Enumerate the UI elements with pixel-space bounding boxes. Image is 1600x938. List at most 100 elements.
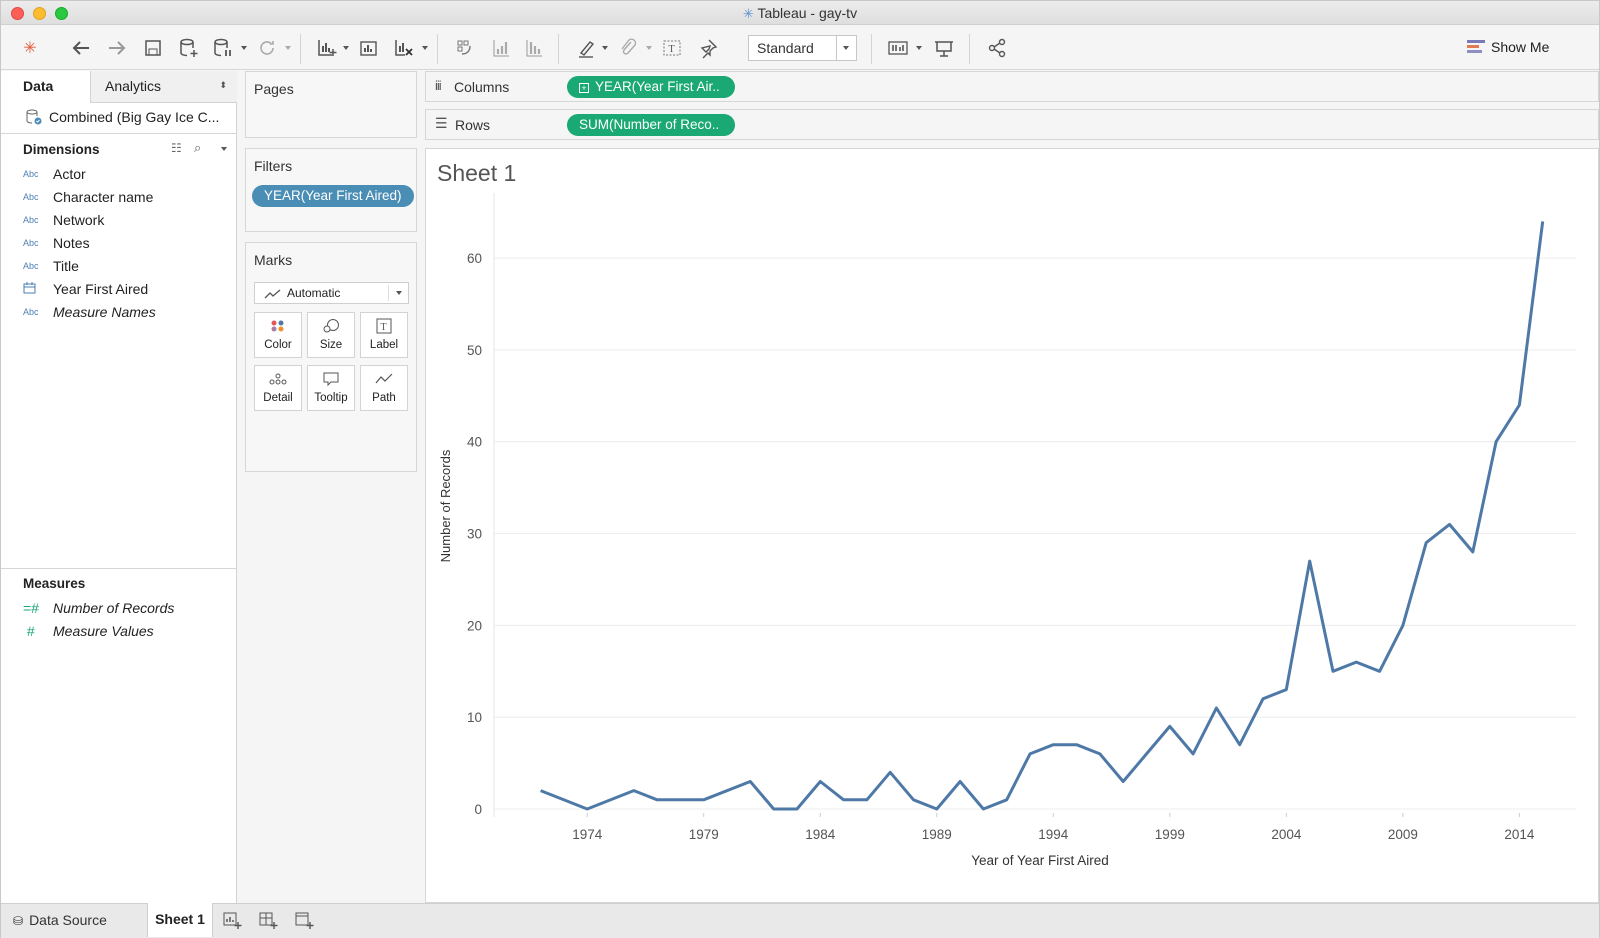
pages-card[interactable]: Pages <box>245 71 417 138</box>
pane-tabs: Data Analytics ⬍ <box>1 71 237 103</box>
measure-field[interactable]: # Measure Values <box>23 621 154 641</box>
chevron-down-icon[interactable] <box>241 46 247 50</box>
hash-icon: =# <box>23 600 39 616</box>
window-title: Tableau - gay-tv <box>757 5 858 21</box>
share-icon[interactable] <box>984 35 1010 61</box>
tab-sheet-1[interactable]: Sheet 1 <box>147 903 213 937</box>
presentation-mode-icon[interactable] <box>931 35 957 61</box>
svg-text:T: T <box>669 44 675 55</box>
new-worksheet-icon[interactable] <box>314 35 340 61</box>
dimension-field[interactable]: Abc Measure Names <box>23 302 156 322</box>
sort-descending-icon[interactable] <box>521 35 547 61</box>
series-line[interactable] <box>540 221 1545 811</box>
new-worksheet-icon[interactable] <box>223 912 243 933</box>
pin-icon[interactable] <box>695 35 721 61</box>
tab-data-source[interactable]: ⛁ Data Source <box>13 912 107 928</box>
measure-field[interactable]: =# Number of Records <box>23 598 174 618</box>
duplicate-sheet-icon[interactable] <box>356 35 382 61</box>
search-icon[interactable]: ⌕ <box>194 140 201 156</box>
sort-ascending-icon[interactable] <box>488 35 514 61</box>
detail-button[interactable]: Detail <box>254 365 302 411</box>
save-icon[interactable] <box>140 35 166 61</box>
chevron-down-icon[interactable] <box>602 46 608 50</box>
database-icon <box>25 108 49 126</box>
show-cards-icon[interactable] <box>885 35 911 61</box>
marks-card: Marks Automatic Color Size T Label Detail… <box>245 242 417 472</box>
dimensions-title: Dimensions <box>23 142 100 157</box>
dimension-field[interactable]: Abc Notes <box>23 233 90 253</box>
calendar-icon <box>23 282 53 296</box>
group-members-icon[interactable] <box>615 35 641 61</box>
new-story-icon[interactable] <box>295 912 315 935</box>
chevron-down-icon[interactable] <box>343 46 349 50</box>
string-type-icon: Abc <box>23 215 39 225</box>
close-window-button[interactable] <box>11 7 24 20</box>
dimension-field[interactable]: Year First Aired <box>23 279 148 299</box>
label-button[interactable]: T Label <box>360 312 408 358</box>
path-button[interactable]: Path <box>360 365 408 411</box>
expand-icon: + <box>579 83 589 93</box>
hash-icon: # <box>23 623 35 639</box>
undo-icon[interactable] <box>68 35 94 61</box>
tab-data[interactable]: Data <box>1 71 91 103</box>
rows-pill[interactable]: SUM(Number of Reco.. <box>567 114 735 136</box>
pages-title: Pages <box>254 81 294 97</box>
line-chart[interactable]: 0 10 20 30 40 50 60 1974 1979 1984 1989 1994 1999 20… <box>426 159 1598 899</box>
filters-title: Filters <box>254 158 293 174</box>
filters-card[interactable]: Filters YEAR(Year First Aired) <box>245 148 417 232</box>
columns-shelf[interactable]: iii Columns + YEAR(Year First Air.. <box>425 71 1599 102</box>
dimension-field[interactable]: Abc Actor <box>23 164 86 184</box>
string-type-icon: Abc <box>23 261 39 271</box>
columns-label: Columns <box>454 79 510 95</box>
y-tick-label: 20 <box>467 618 482 633</box>
dimension-field[interactable]: Abc Title <box>23 256 79 276</box>
path-icon <box>361 366 407 392</box>
chevron-down-icon <box>396 291 402 295</box>
datasource-item[interactable]: Combined (Big Gay Ice C... <box>25 108 219 126</box>
size-button[interactable]: Size <box>307 312 355 358</box>
show-me-icon[interactable] <box>1467 39 1485 55</box>
chevron-down-icon[interactable] <box>646 46 652 50</box>
dimension-field[interactable]: Abc Character name <box>23 187 153 207</box>
color-button[interactable]: Color <box>254 312 302 358</box>
detail-icon <box>255 366 301 392</box>
chevron-down-icon[interactable] <box>422 46 428 50</box>
data-pane: Data Analytics ⬍ Combined (Big Gay Ice C.… <box>1 71 237 903</box>
x-tick-label: 1984 <box>805 827 836 842</box>
list-view-icon[interactable]: ☷ <box>171 141 182 155</box>
rows-shelf[interactable]: ☰ Rows SUM(Number of Reco.. <box>425 109 1599 140</box>
dimension-field[interactable]: Abc Network <box>23 210 104 230</box>
string-type-icon: Abc <box>23 238 39 248</box>
tab-analytics[interactable]: Analytics ⬍ <box>91 71 237 103</box>
columns-pill[interactable]: + YEAR(Year First Air.. <box>567 76 735 98</box>
new-data-source-icon[interactable] <box>176 35 202 61</box>
clear-sheet-icon[interactable] <box>391 35 417 61</box>
new-dashboard-icon[interactable] <box>259 912 279 935</box>
redo-icon[interactable] <box>104 35 130 61</box>
y-axis-label: Number of Records <box>438 449 453 562</box>
filter-pill[interactable]: YEAR(Year First Aired) <box>252 185 414 207</box>
x-axis-label: Year of Year First Aired <box>971 853 1109 868</box>
x-tick-label: 1999 <box>1155 827 1185 842</box>
tableau-home-icon[interactable]: ✳ <box>17 35 43 61</box>
chevron-down-icon[interactable] <box>221 147 227 151</box>
sheet-view: Sheet 1 0 10 20 30 40 50 60 1974 1979 1984 1989 19… <box>425 148 1599 903</box>
fit-dropdown[interactable]: Standard <box>748 35 857 61</box>
tooltip-button[interactable]: Tooltip <box>307 365 355 411</box>
show-mark-labels-icon[interactable]: T <box>659 35 685 61</box>
chevron-down-icon[interactable] <box>916 46 922 50</box>
refresh-icon[interactable] <box>254 35 280 61</box>
zoom-window-button[interactable] <box>55 7 68 20</box>
pause-updates-icon[interactable] <box>210 35 236 61</box>
swap-rows-columns-icon[interactable] <box>452 35 478 61</box>
mark-type-dropdown[interactable]: Automatic <box>254 282 409 304</box>
label-icon: T <box>361 313 407 339</box>
y-tick-label: 30 <box>467 527 482 542</box>
minimize-window-button[interactable] <box>33 7 46 20</box>
highlight-icon[interactable] <box>573 35 599 61</box>
y-tick-label: 40 <box>467 435 482 450</box>
chevron-down-icon[interactable] <box>285 46 291 50</box>
show-me-button[interactable]: Show Me <box>1491 39 1549 55</box>
string-type-icon: Abc <box>23 307 39 317</box>
x-tick-label: 2014 <box>1504 827 1535 842</box>
